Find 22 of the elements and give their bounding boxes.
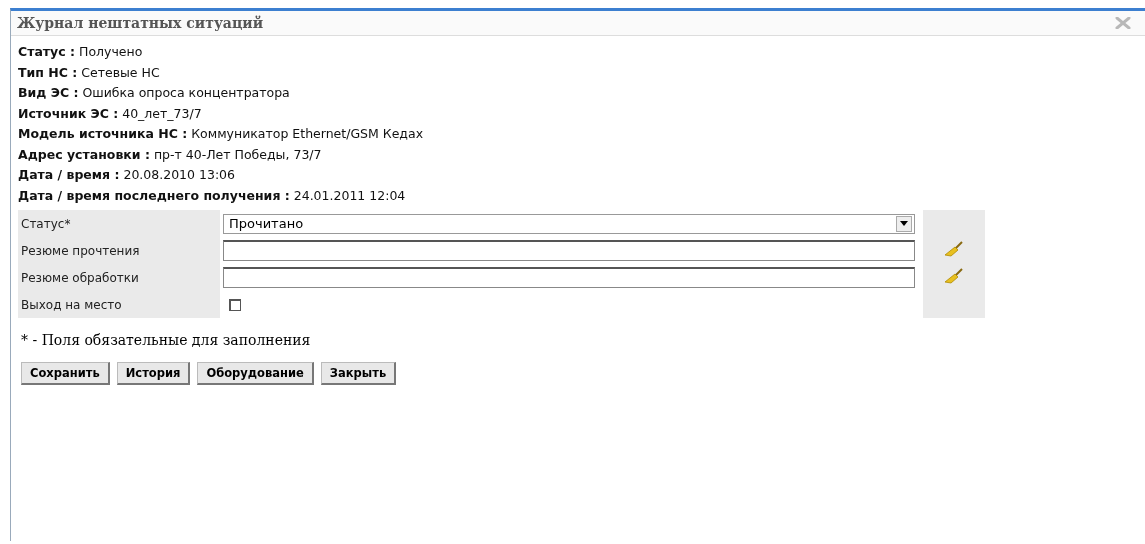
field-label: Резюме прочтения (18, 237, 220, 264)
window-title: Журнал нештатных ситуаций (17, 15, 264, 31)
detail-line: Тип НС : Сетевые НС (18, 63, 161, 82)
action-button[interactable]: История (116, 362, 191, 385)
action-button[interactable]: Оборудование (197, 362, 314, 385)
text-field[interactable] (223, 240, 915, 261)
action-button[interactable]: Сохранить (21, 362, 110, 385)
detail-line: Дата / время : 20.08.2010 13:06 (18, 166, 236, 184)
status-dropdown[interactable]: Прочитано (223, 213, 915, 234)
detail-line: Дата / время последнего получения : 24.01.2011 12:04 (18, 186, 407, 205)
checkbox[interactable] (229, 298, 241, 311)
action-button[interactable]: Закрыть (320, 362, 397, 385)
field-label: Статус* (18, 210, 220, 237)
detail-line: Статус : Получено (18, 43, 144, 61)
required-fields-note: * - Поля обязательные для заполнения (21, 332, 312, 348)
detail-line: Источник ЭС : 40_лет_73/7 (18, 104, 203, 123)
field-label: Резюме обработки (18, 264, 220, 291)
detail-line: Вид ЭС : Ошибка опроса концентратора (18, 84, 291, 102)
text-field[interactable] (223, 267, 915, 288)
detail-line: Адрес установки : пр-т 40-Лет Победы, 73/7 (18, 145, 323, 164)
field-label: Выход на место (18, 291, 220, 318)
detail-line: Модель источника НС : Коммуникатор Ethernet/GSM Кедах (18, 125, 425, 143)
